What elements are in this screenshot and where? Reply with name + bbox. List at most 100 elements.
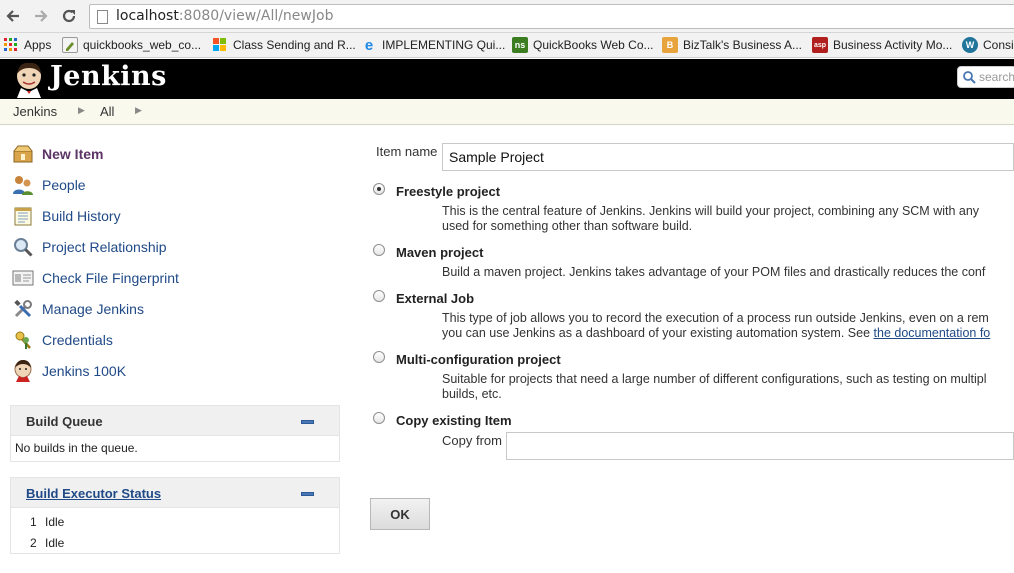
people-icon bbox=[12, 174, 34, 196]
fingerprint-icon bbox=[12, 267, 34, 289]
description-line: This type of job allows you to record th… bbox=[442, 311, 989, 325]
executor-row: 1 Idle bbox=[11, 512, 339, 533]
description-line: you can use Jenkins as a dashboard of yo… bbox=[442, 326, 990, 341]
search-input[interactable]: search bbox=[979, 70, 1014, 84]
bookmarks-bar: Apps quickbooks_web_co... Class Sending … bbox=[0, 33, 1014, 58]
sidebar-item-people[interactable]: People bbox=[12, 174, 86, 196]
bookmark-label: Class Sending and R... bbox=[233, 38, 356, 52]
executor-status-pane: Build Executor Status 1 Idle 2 Idle bbox=[10, 477, 340, 554]
multi-config-title[interactable]: Multi-configuration project bbox=[396, 352, 561, 367]
pencil-bookmark-icon bbox=[62, 37, 78, 53]
freestyle-radio[interactable] bbox=[373, 183, 385, 195]
sidebar-item-project-relationship[interactable]: Project Relationship bbox=[12, 236, 167, 258]
bookmark-label: BizTalk's Business A... bbox=[683, 38, 803, 52]
maven-radio[interactable] bbox=[373, 244, 385, 256]
breadcrumb: Jenkins ▶ All ▶ bbox=[0, 99, 1014, 125]
item-name-input[interactable] bbox=[442, 143, 1014, 171]
wordpress-icon: W bbox=[962, 37, 978, 53]
executor-number: 2 bbox=[30, 536, 37, 550]
executor-number: 1 bbox=[30, 515, 37, 529]
description-line: This is the central feature of Jenkins. … bbox=[442, 204, 980, 218]
freestyle-title[interactable]: Freestyle project bbox=[396, 184, 500, 199]
bookmark-label: QuickBooks Web Co... bbox=[533, 38, 654, 52]
notepad-icon bbox=[12, 205, 34, 227]
sidebar-item-credentials[interactable]: Credentials bbox=[12, 329, 113, 351]
maven-description: Build a maven project. Jenkins takes adv… bbox=[442, 265, 985, 280]
page-icon bbox=[97, 10, 108, 24]
sidebar-item-label: Build History bbox=[42, 208, 121, 224]
bookmark-label: quickbooks_web_co... bbox=[83, 38, 202, 52]
search-icon bbox=[962, 70, 976, 87]
copy-existing-title[interactable]: Copy existing Item bbox=[396, 413, 512, 428]
sidebar-item-build-history[interactable]: Build History bbox=[12, 205, 121, 227]
apps-grid-icon bbox=[3, 37, 19, 53]
sidebar-item-jenkins-100k[interactable]: Jenkins 100K bbox=[12, 360, 126, 382]
sidebar-item-label: Project Relationship bbox=[42, 239, 167, 255]
biztalk-icon: B bbox=[662, 37, 678, 53]
back-arrow-icon[interactable] bbox=[3, 6, 23, 26]
bookmark-label: Business Activity Mo... bbox=[833, 38, 953, 52]
build-queue-pane: Build Queue No builds in the queue. bbox=[10, 405, 340, 462]
sidebar-item-manage-jenkins[interactable]: Manage Jenkins bbox=[12, 298, 144, 320]
sidebar-item-new-item[interactable]: New Item bbox=[12, 143, 103, 165]
executor-row: 2 Idle bbox=[11, 533, 339, 554]
executor-status: Idle bbox=[45, 536, 65, 550]
jenkins-logo-text[interactable]: Jenkins bbox=[50, 61, 167, 92]
bookmark-business-activity[interactable]: asp Business Activity Mo... bbox=[812, 37, 952, 53]
credentials-icon bbox=[12, 329, 34, 351]
external-job-radio[interactable] bbox=[373, 290, 385, 302]
ok-button[interactable]: OK bbox=[370, 498, 430, 530]
sidebar-item-check-fingerprint[interactable]: Check File Fingerprint bbox=[12, 267, 179, 289]
breadcrumb-jenkins[interactable]: Jenkins bbox=[13, 104, 57, 119]
description-line: Build a maven project. Jenkins takes adv… bbox=[442, 265, 986, 279]
jenkins-header: Jenkins bbox=[0, 59, 1014, 99]
chevron-right-icon[interactable]: ▶ bbox=[135, 105, 142, 116]
freestyle-description: This is the central feature of Jenkins. … bbox=[442, 204, 979, 234]
sidebar-item-label: Jenkins 100K bbox=[42, 363, 127, 379]
external-job-title[interactable]: External Job bbox=[396, 291, 474, 306]
multi-config-radio[interactable] bbox=[373, 351, 385, 363]
copy-existing-radio[interactable] bbox=[373, 412, 385, 424]
breadcrumb-all[interactable]: All bbox=[100, 104, 114, 119]
bookmark-biztalk[interactable]: B BizTalk's Business A... bbox=[662, 37, 802, 53]
windows-logo-icon bbox=[212, 37, 228, 53]
executor-status-title[interactable]: Build Executor Status bbox=[26, 486, 161, 501]
bookmark-label: Consi bbox=[983, 38, 1014, 52]
build-queue-title: Build Queue bbox=[26, 414, 103, 429]
tools-icon bbox=[12, 298, 34, 320]
maven-title[interactable]: Maven project bbox=[396, 245, 483, 260]
reload-icon[interactable] bbox=[59, 6, 79, 26]
jenkins-butler-logo-icon[interactable] bbox=[13, 62, 45, 101]
url-text: localhost:8080/view/All/newJob bbox=[116, 8, 334, 24]
bookmark-quickbooks-co[interactable]: ns QuickBooks Web Co... bbox=[512, 37, 654, 53]
description-text: you can use Jenkins as a dashboard of yo… bbox=[442, 326, 871, 340]
bookmark-label: IMPLEMENTING Qui... bbox=[382, 38, 506, 52]
new-item-icon bbox=[12, 143, 34, 165]
collapse-icon[interactable] bbox=[301, 492, 314, 496]
sidebar-item-label: Check File Fingerprint bbox=[42, 270, 179, 286]
description-line: Suitable for projects that need a large … bbox=[442, 372, 987, 386]
bookmark-consi[interactable]: W Consi bbox=[962, 37, 1014, 53]
ie-logo-icon: e bbox=[364, 36, 374, 54]
forward-arrow-icon[interactable] bbox=[31, 6, 51, 26]
chevron-right-icon[interactable]: ▶ bbox=[78, 105, 85, 116]
bookmark-quickbooks-web[interactable]: quickbooks_web_co... bbox=[62, 37, 201, 53]
copy-from-label: Copy from bbox=[442, 433, 502, 448]
bookmark-apps[interactable]: Apps bbox=[3, 37, 51, 53]
documentation-link[interactable]: the documentation fo bbox=[874, 326, 991, 340]
sidebar-item-label: New Item bbox=[42, 146, 104, 162]
build-queue-empty-text: No builds in the queue. bbox=[15, 441, 138, 455]
executor-status: Idle bbox=[45, 515, 65, 529]
executor-status-header: Build Executor Status bbox=[11, 478, 339, 508]
sidebar-item-label: Manage Jenkins bbox=[42, 301, 144, 317]
bookmark-label: Apps bbox=[24, 38, 52, 52]
description-line: builds, etc. bbox=[442, 387, 502, 401]
sidebar-item-label: People bbox=[42, 177, 86, 193]
build-queue-empty: No builds in the queue. bbox=[11, 436, 339, 457]
copy-from-input[interactable] bbox=[506, 432, 1014, 460]
address-bar[interactable]: localhost:8080/view/All/newJob bbox=[89, 4, 1014, 29]
bookmark-implementing[interactable]: e IMPLEMENTING Qui... bbox=[361, 36, 506, 54]
search-box[interactable]: search bbox=[957, 66, 1014, 88]
bookmark-class-sending[interactable]: Class Sending and R... bbox=[212, 37, 356, 53]
collapse-icon[interactable] bbox=[301, 420, 314, 424]
